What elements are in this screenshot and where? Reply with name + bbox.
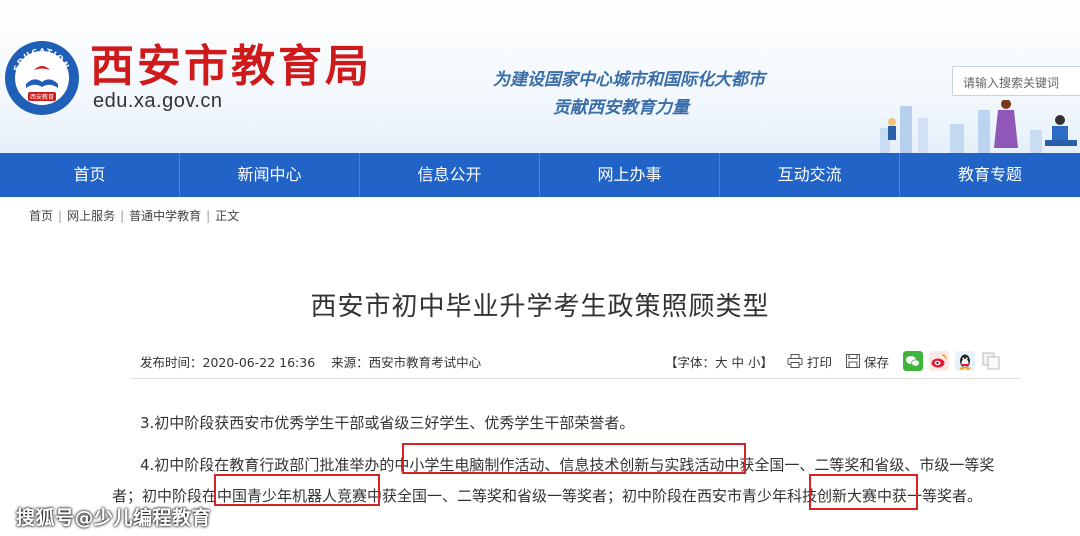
printer-icon xyxy=(787,354,803,368)
nav-home[interactable]: 首页 xyxy=(0,153,181,197)
highlight-box-computer-activity xyxy=(402,443,746,474)
article-paragraph-3: 3.初中阶段获西安市优秀学生干部或省级三好学生、优秀学生干部荣誉者。 xyxy=(140,414,635,432)
source-label: 来源： xyxy=(331,355,369,370)
svg-text:西安教育: 西安教育 xyxy=(30,93,54,101)
wechat-share-icon[interactable] xyxy=(902,351,923,371)
slogan-line-1: 为建设国家中心城市和国际化大都市 xyxy=(493,70,765,90)
sohu-watermark: 搜狐号@少儿编程教育 xyxy=(16,507,212,529)
article-tools: 【字体：大 中 小】 打印 保存 xyxy=(665,350,1007,372)
save-label: 保存 xyxy=(863,354,889,370)
qq-share-icon[interactable] xyxy=(954,351,975,371)
slogan-line-2: 贡献西安教育力量 xyxy=(553,98,689,118)
nav-information-disclosure[interactable]: 信息公开 xyxy=(360,153,541,197)
slogan: 为建设国家中心城市和国际化大都市 贡献西安教育力量 xyxy=(493,66,765,122)
print-button[interactable]: 打印 xyxy=(787,352,832,371)
save-icon xyxy=(845,354,860,368)
highlight-box-robot-competition xyxy=(214,474,380,506)
education-logo[interactable]: EDUCATION 西安教育 xyxy=(4,40,80,116)
main-nav: 首页 新闻中心 信息公开 网上办事 互动交流 教育专题 xyxy=(0,153,1080,197)
breadcrumb-home[interactable]: 首页 xyxy=(29,209,53,223)
highlight-box-science-innovation xyxy=(809,474,918,510)
published-info: 发布时间：2020-06-22 16:36 xyxy=(140,355,315,370)
breadcrumb-separator: | xyxy=(206,209,211,223)
nav-news-center[interactable]: 新闻中心 xyxy=(180,153,361,197)
breadcrumb-separator: | xyxy=(58,209,63,223)
source-info: 来源：西安市教育考试中心 xyxy=(331,355,481,370)
published-date: 2020-06-22 16:36 xyxy=(202,355,316,370)
header-decoration-illustration xyxy=(880,100,1077,153)
meta-divider xyxy=(130,378,1020,379)
source-name: 西安市教育考试中心 xyxy=(368,355,482,370)
site-name[interactable]: 西安市教育局 xyxy=(90,40,372,94)
nav-interaction[interactable]: 互动交流 xyxy=(720,153,901,197)
site-domain: edu.xa.gov.cn xyxy=(93,90,223,112)
search-input[interactable]: 请输入搜索关键词 xyxy=(952,66,1080,96)
nav-online-services[interactable]: 网上办事 xyxy=(540,153,721,197)
nav-education-topics[interactable]: 教育专题 xyxy=(900,153,1080,197)
article-meta: 发布时间：2020-06-22 16:36 来源：西安市教育考试中心 xyxy=(140,352,493,371)
share-buttons xyxy=(902,351,1007,371)
breadcrumb: 首页 | 网上服务 | 普通中学教育 | 正文 xyxy=(29,207,239,224)
save-button[interactable]: 保存 xyxy=(845,352,889,371)
breadcrumb-secondary-education[interactable]: 普通中学教育 xyxy=(129,209,201,223)
article-title: 西安市初中毕业升学考生政策照顾类型 xyxy=(310,292,770,322)
published-label: 发布时间： xyxy=(140,355,203,370)
site-header: EDUCATION 西安教育 西安市教育局 edu.xa.gov.cn 为建设国… xyxy=(0,0,1080,153)
breadcrumb-separator: | xyxy=(120,209,125,223)
weibo-share-icon[interactable] xyxy=(928,351,949,371)
font-size-selector[interactable]: 【字体：大 中 小】 xyxy=(665,352,773,371)
breadcrumb-online-services[interactable]: 网上服务 xyxy=(67,209,115,223)
breadcrumb-current: 正文 xyxy=(215,209,240,223)
copy-link-icon[interactable] xyxy=(981,351,1001,371)
print-label: 打印 xyxy=(806,354,832,370)
